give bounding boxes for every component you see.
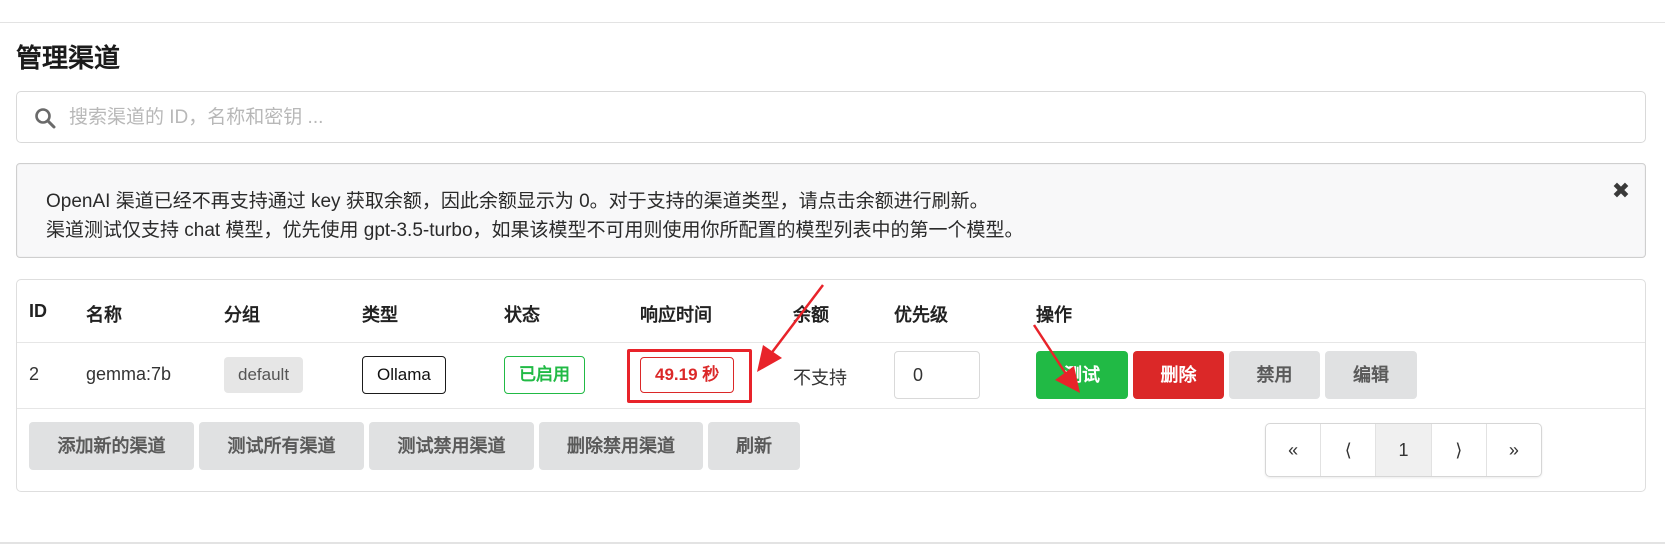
bottom-divider — [0, 542, 1665, 544]
test-button[interactable]: 测试 — [1036, 351, 1128, 399]
header-actions: 操作 — [1036, 305, 1072, 325]
refresh-button[interactable]: 刷新 — [708, 422, 800, 470]
pagination-first[interactable]: « — [1266, 424, 1322, 476]
pagination-last[interactable]: » — [1487, 424, 1541, 476]
search-input[interactable] — [69, 102, 1629, 134]
edit-button[interactable]: 编辑 — [1325, 351, 1417, 399]
add-channel-button[interactable]: 添加新的渠道 — [29, 422, 194, 470]
top-divider — [0, 22, 1665, 23]
response-time-label[interactable]: 49.19 秒 — [640, 357, 735, 393]
delete-disabled-button[interactable]: 删除禁用渠道 — [539, 422, 703, 470]
info-notice: OpenAI 渠道已经不再支持通过 key 获取余额，因此余额显示为 0。对于支… — [16, 163, 1646, 258]
cell-id: 2 — [29, 364, 40, 384]
close-icon[interactable]: ✖ — [1610, 180, 1632, 202]
search-icon — [35, 108, 56, 129]
header-group: 分组 — [224, 305, 260, 325]
header-id: ID — [29, 301, 47, 321]
test-all-button[interactable]: 测试所有渠道 — [199, 422, 364, 470]
status-badge: 已启用 — [504, 356, 585, 394]
cell-balance: 不支持 — [793, 368, 847, 388]
header-status: 状态 — [504, 305, 540, 325]
header-priority: 优先级 — [894, 305, 948, 325]
priority-input[interactable] — [894, 351, 980, 399]
delete-button[interactable]: 删除 — [1133, 351, 1224, 399]
disable-button[interactable]: 禁用 — [1229, 351, 1320, 399]
channels-table: ID 名称 分组 类型 状态 响应时间 余额 优先级 操作 2 gemma:7b… — [16, 279, 1646, 492]
notice-line-balance: OpenAI 渠道已经不再支持通过 key 获取余额，因此余额显示为 0。对于支… — [46, 191, 989, 212]
pagination: « ⟨ 1 ⟩ » — [1265, 423, 1542, 477]
pagination-current[interactable]: 1 — [1376, 424, 1432, 476]
type-label: Ollama — [362, 356, 446, 394]
header-name: 名称 — [86, 305, 122, 325]
header-response-time: 响应时间 — [640, 305, 712, 325]
search-box[interactable] — [16, 91, 1646, 143]
cell-name: gemma:7b — [86, 364, 172, 384]
test-disabled-button[interactable]: 测试禁用渠道 — [369, 422, 534, 470]
group-label: default — [224, 357, 304, 393]
channel-management-page: 管理渠道 OpenAI 渠道已经不再支持通过 key 获取余额，因此余额显示为 … — [0, 0, 1665, 546]
page-title: 管理渠道 — [16, 43, 121, 73]
notice-line-test: 渠道测试仅支持 chat 模型，优先使用 gpt-3.5-turbo，如果该模型… — [46, 220, 1024, 241]
table-row: 2 gemma:7b default Ollama 已启用 49.19 秒 不支… — [17, 343, 1645, 409]
pagination-next[interactable]: ⟩ — [1432, 424, 1487, 476]
table-header-row: ID 名称 分组 类型 状态 响应时间 余额 优先级 操作 — [17, 280, 1645, 343]
header-type: 类型 — [362, 305, 398, 325]
header-balance: 余额 — [793, 305, 829, 325]
pagination-prev[interactable]: ⟨ — [1321, 424, 1377, 476]
